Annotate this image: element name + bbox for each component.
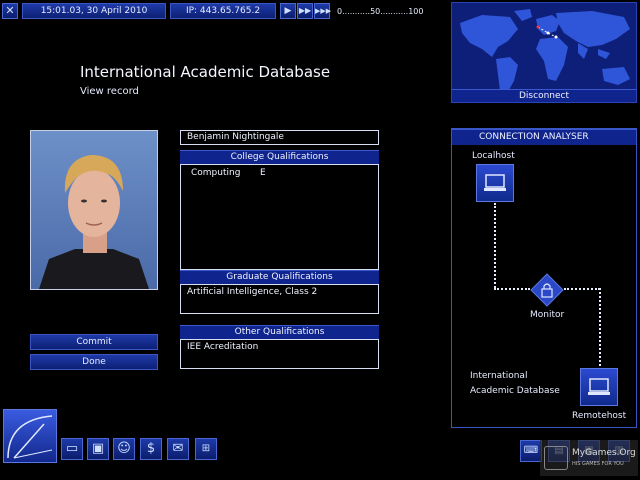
mail-icon[interactable]: ✉ <box>167 438 189 460</box>
connection-line <box>564 288 600 290</box>
close-icon[interactable]: ✕ <box>2 3 18 19</box>
computer-icon[interactable]: ▭ <box>61 438 83 460</box>
page-title: International Academic Database <box>80 63 331 81</box>
name-field[interactable]: Benjamin Nightingale <box>180 130 379 145</box>
localhost-computer-icon[interactable] <box>476 164 514 202</box>
monitor-label: Monitor <box>530 310 565 320</box>
watermark-line2: HIS GAMES FOR YOU <box>572 461 624 467</box>
keyboard-icon[interactable]: ⌨ <box>520 440 542 462</box>
college-subject: Computing <box>191 168 241 178</box>
person-photo <box>30 130 158 290</box>
page-subtitle: View record <box>80 86 139 97</box>
person-icon[interactable]: ☺ <box>113 438 135 460</box>
connection-line <box>494 203 496 288</box>
connection-line <box>494 288 530 290</box>
network-icon[interactable]: ⊞ <box>195 438 217 460</box>
remotehost-label: Remotehost <box>572 411 627 421</box>
target-label-line2: Academic Database <box>470 386 560 396</box>
done-button[interactable]: Done <box>30 354 158 370</box>
disconnect-button[interactable]: Disconnect <box>452 89 636 102</box>
ip-display: IP: 443.65.765.2 <box>170 3 276 19</box>
watermark-logo-icon <box>544 446 568 470</box>
localhost-label: Localhost <box>472 151 515 161</box>
world-map-panel[interactable]: Disconnect <box>451 2 637 103</box>
college-qualifications-header: College Qualifications <box>180 150 379 164</box>
datetime-display: 15:01.03, 30 April 2010 <box>22 3 166 19</box>
graduate-qualifications-header: Graduate Qualifications <box>180 270 379 284</box>
commit-button[interactable]: Commit <box>30 334 158 350</box>
uplink-logo-button[interactable] <box>3 409 57 463</box>
connection-analyser-title: CONNECTION ANALYSER <box>452 129 636 145</box>
graduate-qualifications-field[interactable]: Artificial Intelligence, Class 2 <box>180 284 379 314</box>
watermark: MyGames.Org HIS GAMES FOR YOU <box>540 440 638 476</box>
play-speed-icon[interactable]: ▶ <box>280 3 296 19</box>
speed-scale: 0...........50...........100 <box>337 7 424 16</box>
dollar-icon[interactable]: $ <box>140 438 162 460</box>
connection-line <box>599 288 601 366</box>
remotehost-computer-icon[interactable] <box>580 368 618 406</box>
fastest-speed-icon[interactable]: ▶▶▶ <box>314 3 331 19</box>
college-grade: E <box>260 168 266 178</box>
watermark-line1: MyGames.Org <box>572 448 636 458</box>
other-qualifications-field[interactable]: IEE Acreditation <box>180 339 379 369</box>
other-qualifications-header: Other Qualifications <box>180 325 379 339</box>
floppy-disk-icon[interactable]: ▣ <box>87 438 109 460</box>
college-qualifications-field[interactable]: Computing E <box>180 164 379 270</box>
world-map <box>452 3 636 102</box>
fast-speed-icon[interactable]: ▶▶ <box>297 3 313 19</box>
monitor-lock-icon[interactable] <box>530 273 564 307</box>
connection-analyser-panel: CONNECTION ANALYSER Localhost Monitor In… <box>451 128 637 428</box>
target-label-line1: International <box>470 371 528 381</box>
